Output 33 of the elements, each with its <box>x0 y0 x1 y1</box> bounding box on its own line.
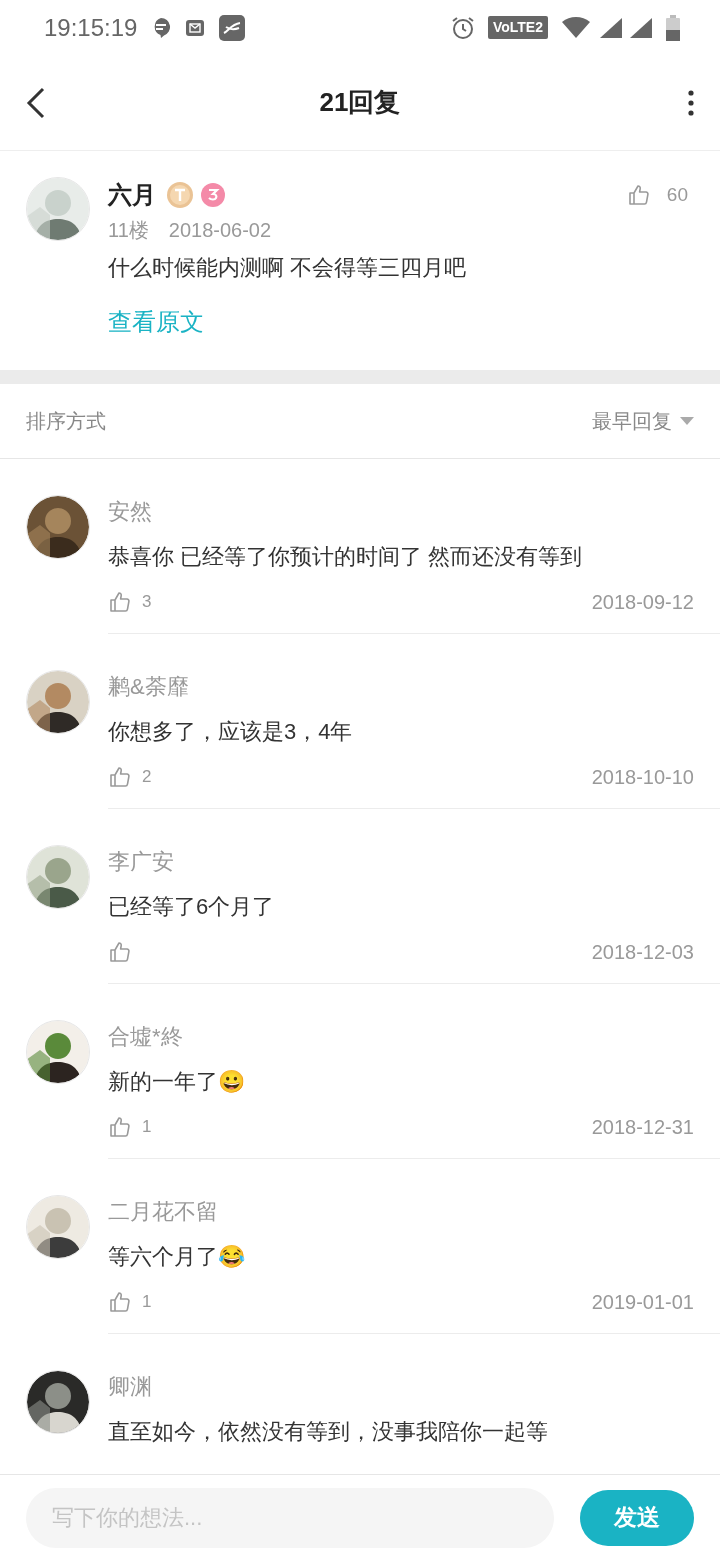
post-text: 什么时候能内测啊 不会得等三四月吧 <box>108 254 468 282</box>
reply-author: 二月花不留 <box>108 1198 219 1226</box>
reply-date: 2018-12-03 <box>591 940 694 965</box>
reply-author: 合墟*終 <box>108 1023 184 1051</box>
volte-badge: VoLTE2 <box>487 16 548 39</box>
like-count: 1 <box>142 1291 152 1314</box>
post-date: 2018-06-02 <box>168 218 272 243</box>
like-count: 3 <box>142 591 152 614</box>
reply-date: 2018-12-31 <box>591 1115 694 1140</box>
reply-date: 2018-10-10 <box>591 765 694 790</box>
reply-text: 已经等了6个月了 <box>108 893 276 921</box>
reply-author: 李广安 <box>108 848 175 876</box>
reply-author: 鹣&荼靡 <box>108 673 190 701</box>
floor-number: 11楼 <box>108 218 149 243</box>
reply-text: 你想多了，应该是3，4年 <box>108 718 354 746</box>
reply-text: 新的一年了😀 <box>108 1068 246 1096</box>
sort-dropdown[interactable]: 最早回复 <box>592 406 694 436</box>
reply-date: 2019-01-01 <box>591 1290 694 1315</box>
status-time: 19:15:19 <box>44 12 138 43</box>
author-name: 六月 <box>108 180 156 210</box>
view-original-link[interactable]: 查看原文 <box>108 304 204 340</box>
like-count: 60 <box>666 182 688 207</box>
page-title: 21回复 <box>318 86 402 119</box>
sort-label: 排序方式 <box>26 409 107 434</box>
like-count: 1 <box>142 1116 152 1139</box>
like-count: 2 <box>142 766 152 789</box>
reply-date: 2018-09-12 <box>591 590 694 615</box>
send-button[interactable]: 发送 <box>580 1489 694 1546</box>
reply-author: 卿渊 <box>108 1373 153 1401</box>
reply-text: 恭喜你 已经等了你预计的时间了 然而还没有等到 <box>108 543 584 571</box>
reply-text: 等六个月了😂 <box>108 1243 246 1271</box>
reply-text: 直至如今，依然没有等到，没事我陪你一起等 <box>108 1418 549 1446</box>
reply-author: 安然 <box>108 498 153 526</box>
